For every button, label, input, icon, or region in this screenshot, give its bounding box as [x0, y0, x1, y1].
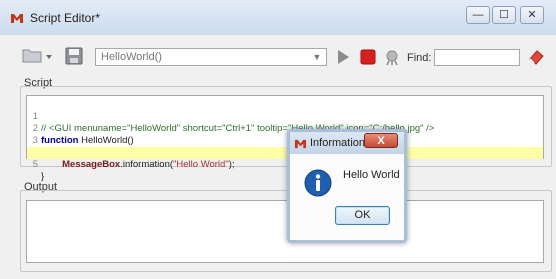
code-line-5[interactable]: 5 }	[27, 147, 543, 182]
dialog-title-bar[interactable]: Information X	[290, 132, 404, 154]
app-logo-icon	[11, 14, 23, 23]
minimize-button[interactable]: —	[466, 6, 490, 24]
editor-panel: Script 1 // <GUI menuname="HelloWorld" s…	[0, 77, 556, 279]
stop-icon[interactable]	[360, 49, 376, 65]
save-icon[interactable]	[64, 46, 84, 66]
output-area[interactable]	[26, 200, 544, 263]
script-editor-window: Script Editor* — ☐ ✕ HelloWorld() ▼ Find…	[0, 0, 556, 279]
run-icon[interactable]	[336, 49, 350, 65]
object-token: MessageBox	[62, 159, 121, 170]
info-icon	[304, 169, 332, 197]
string-token: "Hello World"	[173, 159, 229, 170]
close-button[interactable]: ✕	[520, 6, 544, 24]
code-line-3[interactable]: 3 {	[27, 123, 543, 158]
chevron-down-icon[interactable]: ▼	[310, 50, 324, 64]
dialog-close-button[interactable]: X	[364, 133, 398, 148]
information-dialog: Information X Hello World OK	[287, 129, 407, 243]
function-select-value: HelloWorld()	[101, 51, 162, 63]
code-line-2[interactable]: 2 function HelloWorld()	[27, 111, 543, 146]
folder-open-icon[interactable]	[22, 47, 52, 65]
window-title: Script Editor*	[30, 11, 101, 25]
app-logo-icon	[295, 139, 306, 149]
line-number: 5	[32, 159, 38, 170]
code-token: .information(	[120, 159, 174, 170]
title-bar[interactable]: Script Editor* — ☐ ✕	[0, 0, 556, 34]
dialog-title: Information	[310, 137, 366, 149]
maximize-button[interactable]: ☐	[492, 6, 516, 24]
dialog-message: Hello World	[343, 169, 400, 181]
debug-icon[interactable]	[383, 48, 401, 66]
code-token: );	[228, 159, 235, 170]
toolbar: HelloWorld() ▼ Find:	[0, 34, 556, 77]
find-label: Find:	[407, 52, 432, 64]
eraser-icon[interactable]	[527, 48, 545, 66]
line-content: MessageBox.information("Hello World");	[41, 159, 235, 171]
code-line-1[interactable]: 1 // <GUI menuname="HelloWorld" shortcut…	[27, 99, 543, 134]
code-line-4[interactable]: 4 MessageBox.information("Hello World");	[27, 135, 543, 170]
script-editor[interactable]: 1 // <GUI menuname="HelloWorld" shortcut…	[26, 95, 544, 182]
function-select[interactable]: HelloWorld() ▼	[95, 48, 327, 66]
ok-button[interactable]: OK	[335, 206, 390, 225]
find-input[interactable]	[434, 49, 520, 66]
